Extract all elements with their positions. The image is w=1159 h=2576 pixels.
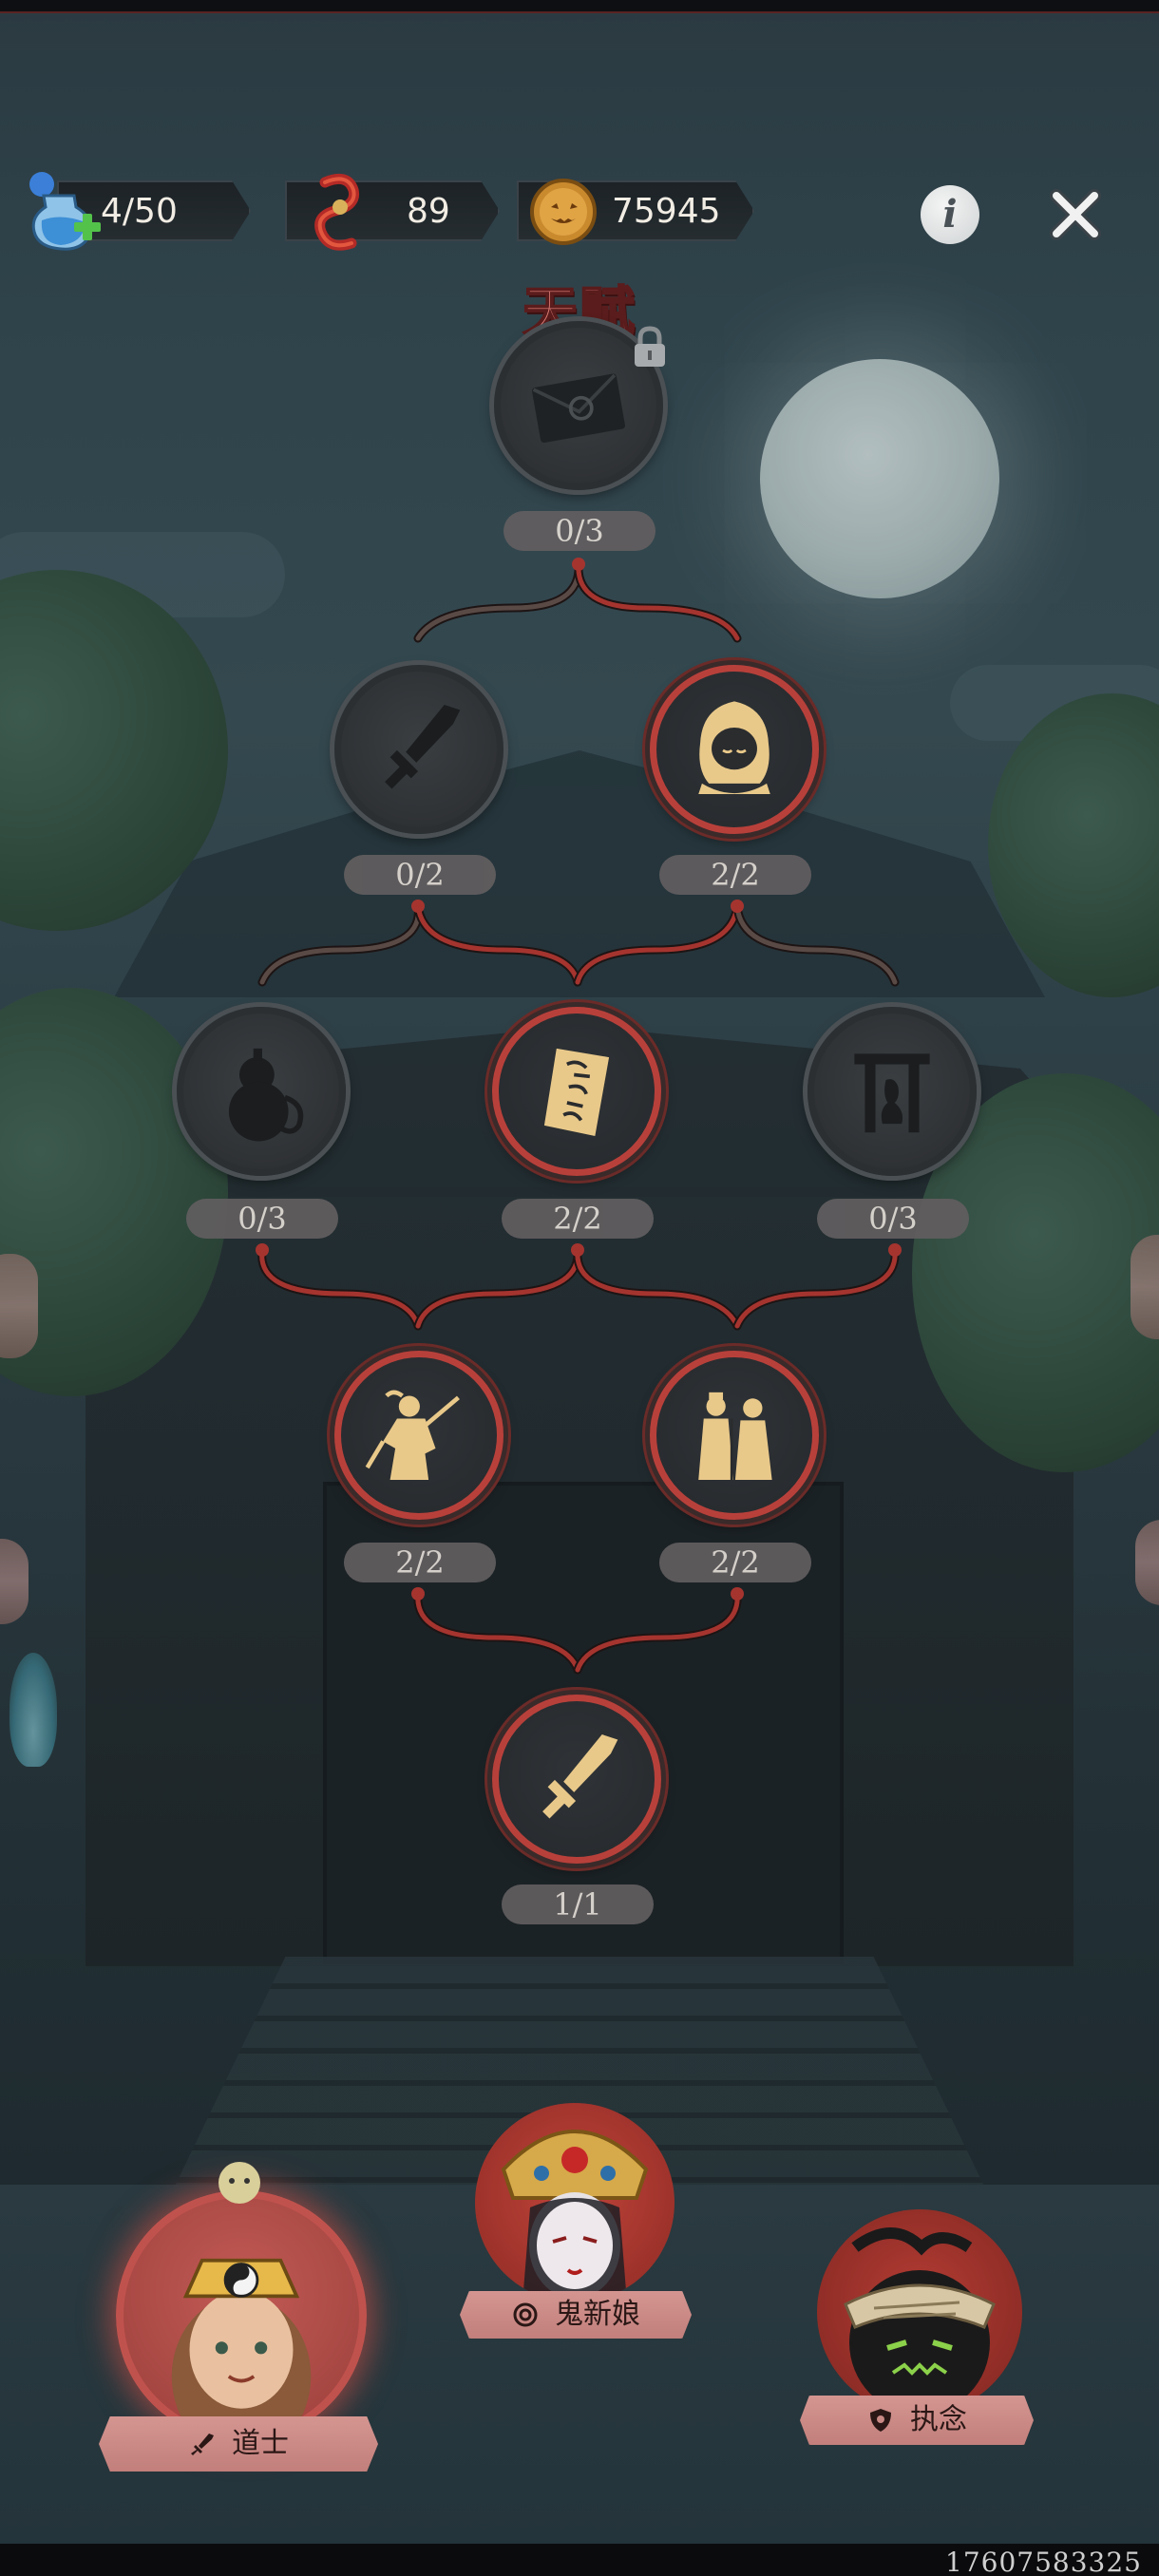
talent-node-sword-final[interactable] <box>492 1695 661 1864</box>
character-label-ghost-bride[interactable]: 鬼新娘 <box>460 2291 692 2339</box>
character-name: 执念 <box>910 2403 967 2436</box>
blue-flame <box>10 1653 57 1767</box>
temple-roof <box>114 750 1045 997</box>
talent-node-couple[interactable] <box>650 1351 819 1520</box>
talent-progress: 2/2 <box>659 1543 811 1582</box>
talent-node-shrine[interactable] <box>808 1007 977 1176</box>
close-button[interactable] <box>1041 180 1110 249</box>
talent-progress: 1/1 <box>502 1885 654 1924</box>
talisman-ghost-icon <box>213 2158 266 2211</box>
shrine-icon <box>854 1053 930 1133</box>
lantern <box>0 1539 28 1624</box>
character-portrait-taoist[interactable] <box>116 2190 367 2441</box>
watermark-text: 17607583325 <box>945 2547 1142 2576</box>
close-icon <box>1050 189 1101 240</box>
lantern <box>0 1254 38 1358</box>
talent-progress: 0/3 <box>186 1199 338 1239</box>
pumpkin-coin-icon <box>528 177 598 247</box>
talent-progress: 2/2 <box>502 1199 654 1239</box>
character-portrait-obsession[interactable] <box>817 2209 1022 2415</box>
stamina-value: 4/50 <box>101 191 178 231</box>
lantern <box>1130 1235 1159 1339</box>
moon <box>760 359 999 598</box>
game-screen: 4/50 89 75945 i 天赋 0/3 0/2 2/2 0/3 2/2 0… <box>0 0 1159 2576</box>
link-envelope-hood-shadow <box>574 559 742 643</box>
talent-node-sword[interactable] <box>334 665 504 834</box>
info-icon: i <box>921 185 979 244</box>
token-value: 89 <box>407 191 450 231</box>
sword-icon <box>191 2434 214 2455</box>
lock-icon <box>629 325 671 369</box>
obsession-avatar-icon <box>844 2227 996 2415</box>
swordsman-icon <box>365 1390 460 1480</box>
character-name: 道士 <box>232 2427 289 2460</box>
talent-node-talisman[interactable] <box>492 1007 661 1176</box>
lantern <box>1135 1520 1159 1605</box>
character-label-obsession[interactable]: 执念 <box>800 2396 1034 2445</box>
coin-value: 75945 <box>612 191 721 231</box>
ghost-bride-avatar-icon <box>501 2130 649 2302</box>
character-name: 鬼新娘 <box>555 2298 640 2331</box>
spiral-icon <box>513 2302 538 2327</box>
talent-node-hood[interactable] <box>650 665 819 834</box>
hooded-figure-icon <box>698 701 770 794</box>
talisman-icon <box>543 1048 610 1136</box>
sword-icon <box>542 1734 618 1819</box>
gourd-icon <box>228 1048 304 1142</box>
talent-node-gourd[interactable] <box>177 1007 346 1176</box>
red-chain-icon <box>302 169 374 255</box>
talent-progress: 2/2 <box>344 1543 496 1582</box>
info-button[interactable]: i <box>916 180 984 249</box>
link-envelope-hood <box>576 561 740 641</box>
link-junction-dot <box>572 558 585 571</box>
talent-progress: 2/2 <box>659 855 811 895</box>
talent-progress: 0/3 <box>817 1199 969 1239</box>
character-label-taoist[interactable]: 道士 <box>99 2416 378 2472</box>
talent-node-swordsman[interactable] <box>334 1351 504 1520</box>
potion-plus-icon[interactable] <box>23 163 103 255</box>
taoist-avatar-icon <box>171 2258 312 2434</box>
character-portrait-ghost-bride[interactable] <box>475 2103 674 2302</box>
link-envelope-sword <box>415 561 581 641</box>
shield-icon <box>870 2409 891 2432</box>
top-status-strip <box>0 0 1159 13</box>
link-envelope-sword-shadow <box>413 559 583 643</box>
talent-progress: 0/2 <box>344 855 496 895</box>
talent-progress: 0/3 <box>504 511 656 551</box>
couple-icon <box>698 1392 772 1480</box>
sword-icon <box>385 705 461 789</box>
